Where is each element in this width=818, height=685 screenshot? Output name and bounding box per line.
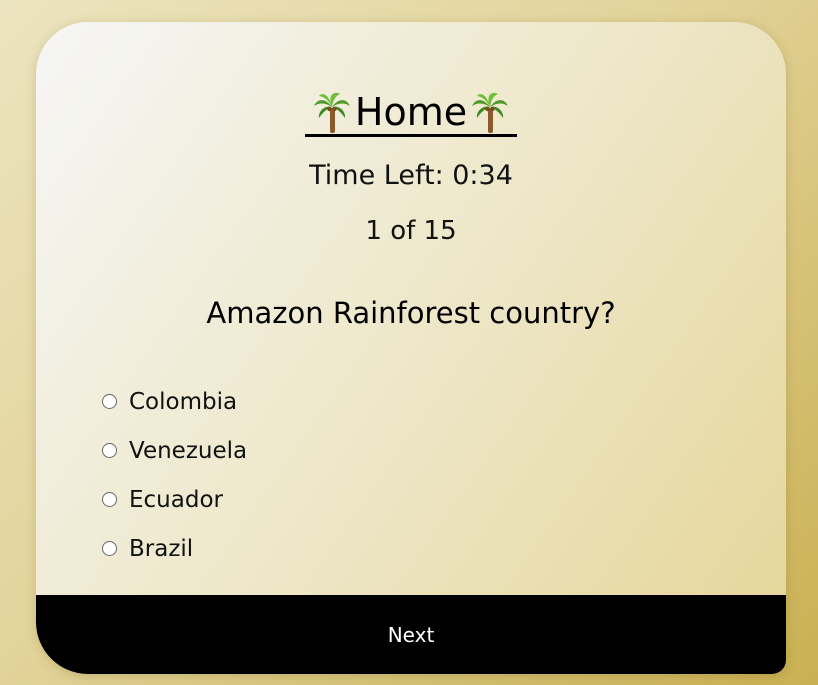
title-wrap: Home bbox=[36, 90, 786, 137]
answer-option-brazil[interactable]: Brazil bbox=[102, 524, 247, 573]
answer-option-label: Venezuela bbox=[129, 437, 248, 464]
time-left-label: Time Left: 0:34 bbox=[309, 160, 513, 191]
page-title-text: Home bbox=[354, 90, 468, 134]
next-button[interactable]: Next bbox=[36, 595, 786, 674]
answer-option-ecuador[interactable]: Ecuador bbox=[102, 475, 247, 524]
question-text: Amazon Rainforest country? bbox=[206, 296, 616, 330]
page-title[interactable]: Home bbox=[304, 90, 518, 137]
radio-button[interactable] bbox=[102, 541, 117, 556]
answer-option-venezuela[interactable]: Venezuela bbox=[102, 426, 247, 475]
palm-tree-icon bbox=[313, 92, 350, 133]
palm-tree-icon bbox=[472, 92, 509, 133]
quiz-card: Home Time Left: 0:34 1 of 15 Amazon Rain… bbox=[36, 22, 786, 674]
answer-option-colombia[interactable]: Colombia bbox=[102, 377, 247, 426]
question-counter: 1 of 15 bbox=[365, 216, 457, 246]
answer-option-label: Ecuador bbox=[129, 486, 223, 513]
answer-options: Colombia Venezuela Ecuador Brazil bbox=[102, 377, 247, 573]
radio-button[interactable] bbox=[102, 394, 117, 409]
answer-option-label: Colombia bbox=[129, 388, 238, 415]
radio-button[interactable] bbox=[102, 443, 117, 458]
answer-option-label: Brazil bbox=[129, 535, 194, 562]
radio-button[interactable] bbox=[102, 492, 117, 507]
